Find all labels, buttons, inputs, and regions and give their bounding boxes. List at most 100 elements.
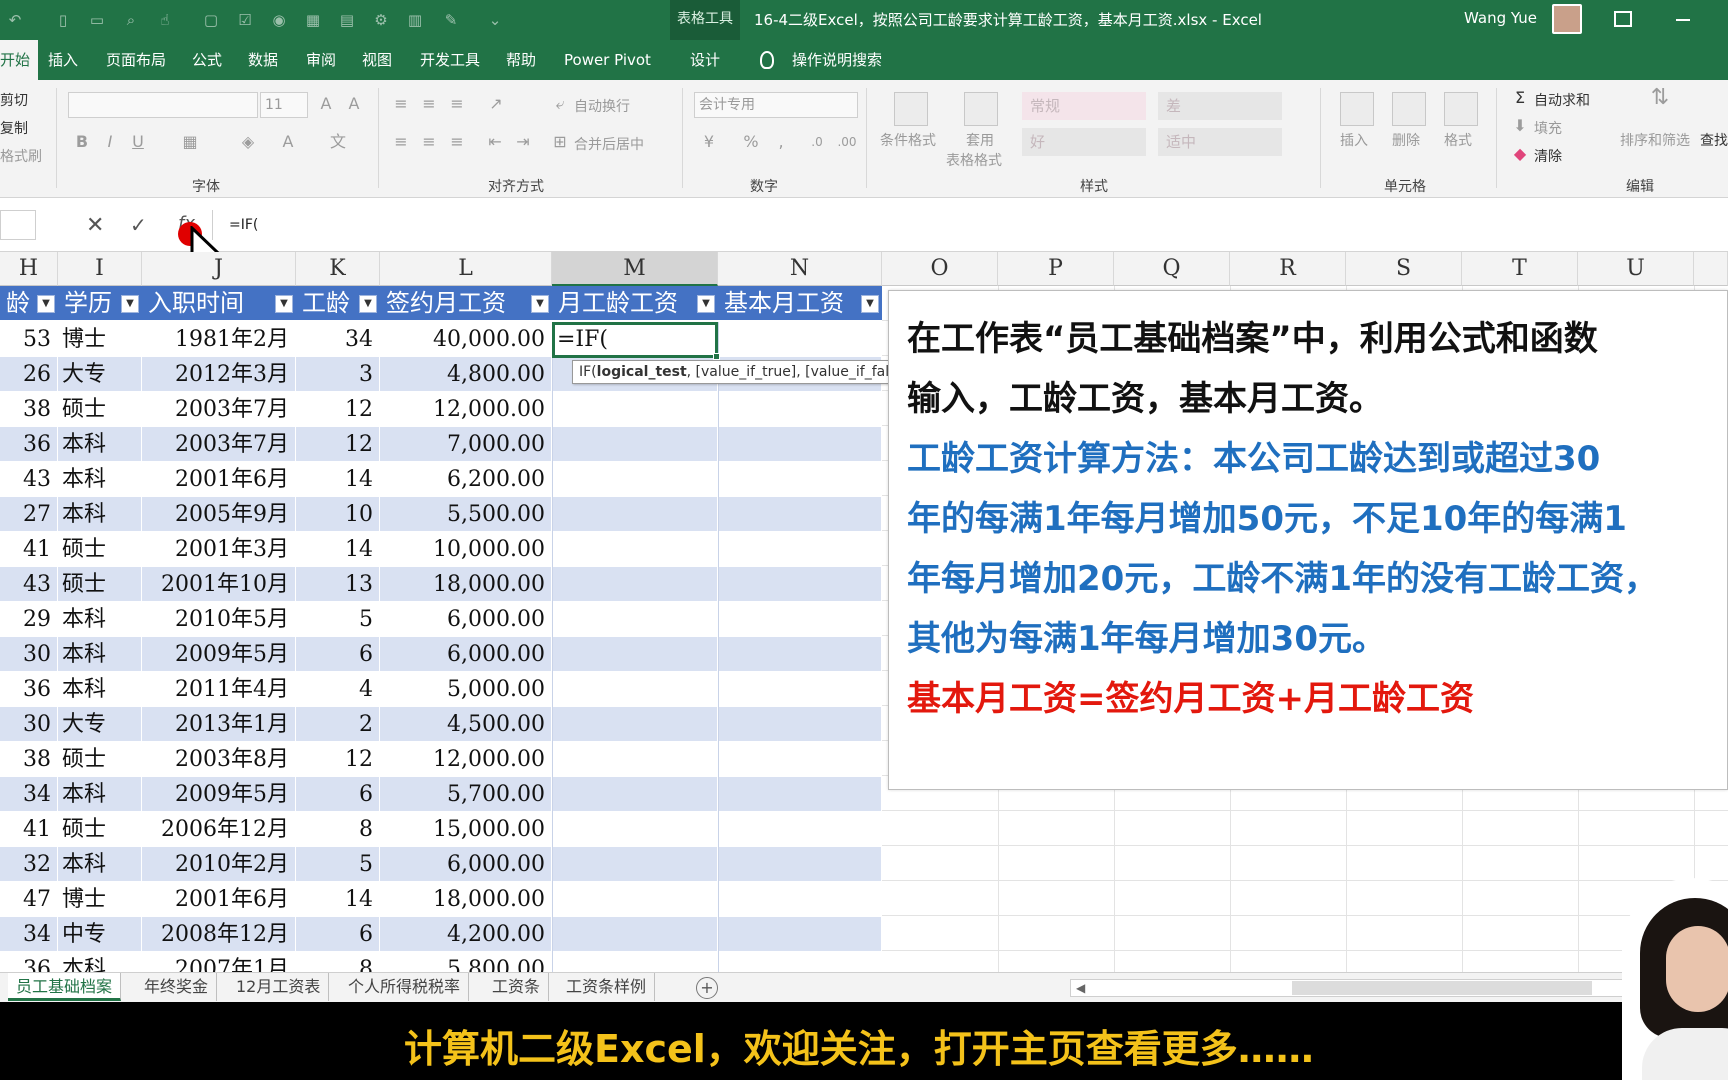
orientation-icon[interactable]: ↗ — [484, 94, 508, 114]
style-bad[interactable]: 差 — [1158, 92, 1282, 120]
bold-icon[interactable]: B — [72, 132, 92, 152]
cell-seniority[interactable]: 2 — [296, 707, 380, 742]
filter-dropdown-icon[interactable]: ▼ — [531, 295, 549, 313]
cell-education[interactable]: 本科 — [58, 462, 142, 497]
cell-education[interactable]: 硕士 — [58, 812, 142, 847]
sheet-tab-income-tax-rate[interactable]: 个人所得税税率 — [340, 973, 470, 1001]
cell-age[interactable]: 27 — [0, 497, 58, 532]
cell-hire-date[interactable]: 2012年3月 — [142, 357, 296, 392]
cell-education[interactable]: 硕士 — [58, 742, 142, 777]
table-row[interactable]: 30 大专 2013年1月 2 4,500.00 — [0, 707, 882, 742]
merge-center-button[interactable]: 合并后居中 — [574, 134, 644, 154]
cell-seniority-pay[interactable] — [552, 882, 718, 917]
cell-base-salary[interactable] — [718, 602, 882, 637]
cell-seniority-pay[interactable] — [552, 392, 718, 427]
cell-hire-date[interactable]: 2001年6月 — [142, 882, 296, 917]
customize-qat-icon[interactable]: ⌄ — [484, 9, 506, 31]
cell-base-salary[interactable] — [718, 392, 882, 427]
fill-handle[interactable] — [713, 353, 720, 360]
tab-insert[interactable]: 插入 — [48, 40, 78, 80]
screen-icon[interactable]: ▢ — [200, 9, 222, 31]
cell-hire-date[interactable]: 1981年2月 — [142, 322, 296, 357]
cell-seniority[interactable]: 6 — [296, 917, 380, 952]
settings-icon[interactable]: ⚙ — [370, 9, 392, 31]
column-header-k[interactable]: K — [296, 252, 380, 286]
filter-dropdown-icon[interactable]: ▼ — [121, 295, 139, 313]
cell-seniority[interactable]: 4 — [296, 672, 380, 707]
column-header-t[interactable]: T — [1462, 252, 1578, 286]
cell-education[interactable]: 本科 — [58, 637, 142, 672]
cell-age[interactable]: 36 — [0, 672, 58, 707]
add-sheet-icon[interactable]: + — [696, 977, 718, 999]
sheet-tab-december-salary[interactable]: 12月工资表 — [228, 973, 330, 1001]
filter-dropdown-icon[interactable]: ▼ — [359, 295, 377, 313]
cell-hire-date[interactable]: 2003年7月 — [142, 427, 296, 462]
increase-indent-icon[interactable]: ⇥ — [512, 132, 534, 152]
cell-base-salary[interactable] — [718, 672, 882, 707]
record-icon[interactable]: ◉ — [268, 9, 290, 31]
column-header-s[interactable]: S — [1346, 252, 1462, 286]
cell-hire-date[interactable]: 2010年5月 — [142, 602, 296, 637]
avatar[interactable] — [1552, 4, 1582, 34]
tab-developer[interactable]: 开发工具 — [420, 40, 480, 80]
cell-age[interactable]: 30 — [0, 707, 58, 742]
currency-icon[interactable]: ¥ — [698, 132, 720, 152]
header-seniority[interactable]: 工龄 ▼ — [296, 286, 380, 320]
percent-icon[interactable]: % — [740, 132, 762, 152]
cell-contract-salary[interactable]: 4,800.00 — [380, 357, 552, 392]
grid-icon[interactable]: ▦ — [302, 9, 324, 31]
cell-seniority[interactable]: 12 — [296, 392, 380, 427]
cell-education[interactable]: 本科 — [58, 602, 142, 637]
cell-seniority[interactable]: 5 — [296, 847, 380, 882]
cell-age[interactable]: 32 — [0, 847, 58, 882]
cell-hire-date[interactable]: 2011年4月 — [142, 672, 296, 707]
increase-font-icon[interactable]: A — [316, 94, 336, 114]
cell-seniority-pay[interactable] — [552, 917, 718, 952]
cell-seniority[interactable]: 14 — [296, 462, 380, 497]
cell-age[interactable]: 41 — [0, 812, 58, 847]
column-header-l[interactable]: L — [380, 252, 552, 286]
cell-seniority[interactable]: 8 — [296, 812, 380, 847]
cell-seniority[interactable]: 34 — [296, 322, 380, 357]
column-header-r[interactable]: R — [1230, 252, 1346, 286]
table-row[interactable]: 47 博士 2001年6月 14 18,000.00 — [0, 882, 882, 917]
cell-base-salary[interactable] — [718, 532, 882, 567]
cell-base-salary[interactable] — [718, 777, 882, 812]
cell-seniority-pay[interactable] — [552, 427, 718, 462]
header-age[interactable]: 龄 ▼ — [0, 286, 58, 320]
cell-age[interactable]: 30 — [0, 637, 58, 672]
cell-age[interactable]: 29 — [0, 602, 58, 637]
merge-icon[interactable]: ⊞ — [550, 132, 570, 152]
fill-icon[interactable]: ⬇ — [1510, 116, 1530, 136]
decrease-indent-icon[interactable]: ⇤ — [484, 132, 506, 152]
column-header-n[interactable]: N — [718, 252, 882, 286]
cell-education[interactable]: 硕士 — [58, 392, 142, 427]
cell-contract-salary[interactable]: 12,000.00 — [380, 742, 552, 777]
cell-seniority[interactable]: 10 — [296, 497, 380, 532]
eraser-icon[interactable]: ✎ — [440, 9, 462, 31]
insert-cells-button[interactable]: 插入 — [1340, 130, 1368, 150]
ribbon-display-options-icon[interactable] — [1614, 11, 1632, 27]
cell-age[interactable]: 53 — [0, 322, 58, 357]
fill-button[interactable]: 填充 — [1534, 118, 1562, 138]
cell-hire-date[interactable]: 2003年8月 — [142, 742, 296, 777]
style-neutral[interactable]: 适中 — [1158, 128, 1282, 156]
format-as-table-label-2[interactable]: 表格格式 — [946, 150, 1002, 170]
header-education[interactable]: 学历 ▼ — [58, 286, 142, 320]
sort-filter-button[interactable]: 排序和筛选 — [1620, 130, 1690, 150]
cell-contract-salary[interactable]: 10,000.00 — [380, 532, 552, 567]
cell-seniority[interactable]: 5 — [296, 602, 380, 637]
cell-education[interactable]: 中专 — [58, 917, 142, 952]
cell-education[interactable]: 本科 — [58, 497, 142, 532]
table-row[interactable]: 27 本科 2005年9月 10 5,500.00 — [0, 497, 882, 532]
cell-seniority-pay[interactable] — [552, 672, 718, 707]
name-box[interactable] — [0, 210, 36, 240]
table-row[interactable]: 36 本科 2011年4月 4 5,000.00 — [0, 672, 882, 707]
sheet-tab-employee-records[interactable]: 员工基础档案 — [8, 973, 122, 1001]
table-row[interactable]: 53 博士 1981年2月 34 40,000.00 — [0, 322, 882, 357]
align-center-icon[interactable]: ≡ — [418, 132, 440, 152]
style-good[interactable]: 好 — [1022, 128, 1146, 156]
underline-icon[interactable]: U — [128, 132, 148, 152]
clear-button[interactable]: 清除 — [1534, 146, 1562, 166]
cell-hire-date[interactable]: 2001年10月 — [142, 567, 296, 602]
